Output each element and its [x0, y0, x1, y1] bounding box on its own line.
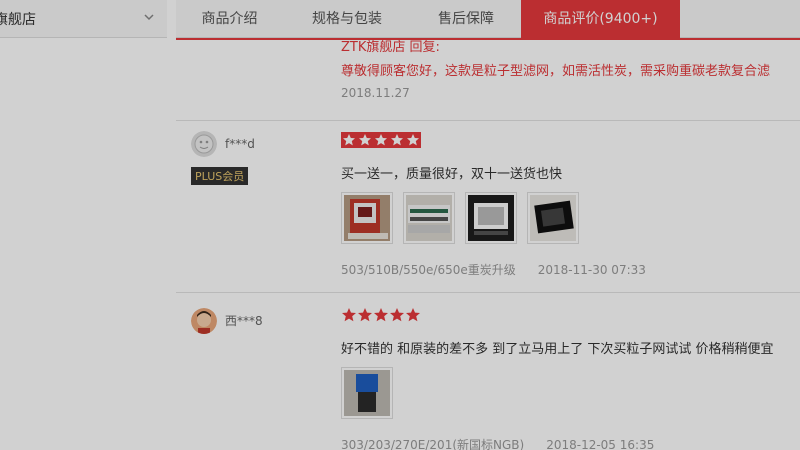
- seller-reply-header: ZTK旗舰店 回复:: [341, 40, 440, 55]
- user-avatar-icon: [191, 308, 217, 334]
- star-icon: [389, 132, 405, 148]
- review-time: 2018-12-05 16:35: [546, 438, 655, 450]
- default-avatar-icon: [191, 131, 217, 157]
- photo-icon: [530, 195, 576, 241]
- review-content: 好不错的 和原装的差不多 到了立马用上了 下次买粒子网试试 价格稍稍便宜: [341, 342, 774, 357]
- review-photo-thumbnail[interactable]: [465, 192, 517, 244]
- star-icon: [342, 308, 356, 322]
- review-photo-thumbnail[interactable]: [341, 192, 393, 244]
- rating-stars: [341, 132, 421, 148]
- product-tabs: 商品介绍 规格与包装 售后保障 商品评价(9400+): [176, 0, 800, 38]
- review-photo-thumbnail[interactable]: [527, 192, 579, 244]
- tab-specs-packaging[interactable]: 规格与包装: [283, 0, 411, 38]
- review-divider: [176, 292, 800, 293]
- shop-name: 旗舰店: [0, 12, 36, 28]
- seller-reply-date: 2018.11.27: [341, 86, 410, 100]
- star-icon: [373, 132, 389, 148]
- tab-underline: [176, 38, 800, 40]
- shop-bar[interactable]: 旗舰店: [0, 0, 167, 38]
- tab-product-reviews[interactable]: 商品评价(9400+): [521, 0, 680, 38]
- review-meta: 503/510B/550e/650e重炭升级 2018-11-30 07:33: [341, 261, 646, 278]
- star-icon: [357, 132, 373, 148]
- avatar[interactable]: [191, 308, 217, 334]
- review-time: 2018-11-30 07:33: [537, 263, 646, 277]
- review-photo-thumbnail[interactable]: [341, 367, 393, 419]
- product-page: 旗舰店 商品介绍 规格与包装 售后保障 商品评价(9400+) ZTK旗舰店 回…: [0, 0, 800, 450]
- photo-icon: [344, 195, 390, 241]
- star-icon: [390, 308, 404, 322]
- star-icon: [341, 132, 357, 148]
- rating-stars: [341, 307, 421, 323]
- photo-icon: [406, 195, 452, 241]
- star-icon: [374, 308, 388, 322]
- tab-product-intro[interactable]: 商品介绍: [176, 0, 283, 38]
- star-icon: [405, 132, 421, 148]
- star-icon: [406, 308, 420, 322]
- product-variant: 303/203/270E/201(新国标NGB): [341, 438, 525, 450]
- review-photo-thumbnail[interactable]: [403, 192, 455, 244]
- tab-after-sales[interactable]: 售后保障: [411, 0, 521, 38]
- product-variant: 503/510B/550e/650e重炭升级: [341, 263, 516, 277]
- plus-member-badge: PLUS会员: [191, 167, 249, 185]
- chevron-down-icon[interactable]: [142, 10, 156, 24]
- reviewer-name: 西***8: [225, 314, 263, 328]
- review-divider: [176, 120, 800, 121]
- review-content: 买一送一，质量很好，双十一送货也快: [341, 167, 563, 182]
- photo-icon: [468, 195, 514, 241]
- reviewer-name: f***d: [225, 137, 255, 151]
- review-meta: 303/203/270E/201(新国标NGB) 2018-12-05 16:35: [341, 436, 654, 450]
- photo-icon: [344, 370, 390, 416]
- left-column: [0, 38, 167, 450]
- seller-reply-body: 尊敬得顾客您好，这款是粒子型滤网，如需活性炭，需采购重碳老款复合滤: [341, 64, 771, 79]
- avatar[interactable]: [191, 131, 217, 157]
- star-icon: [358, 308, 372, 322]
